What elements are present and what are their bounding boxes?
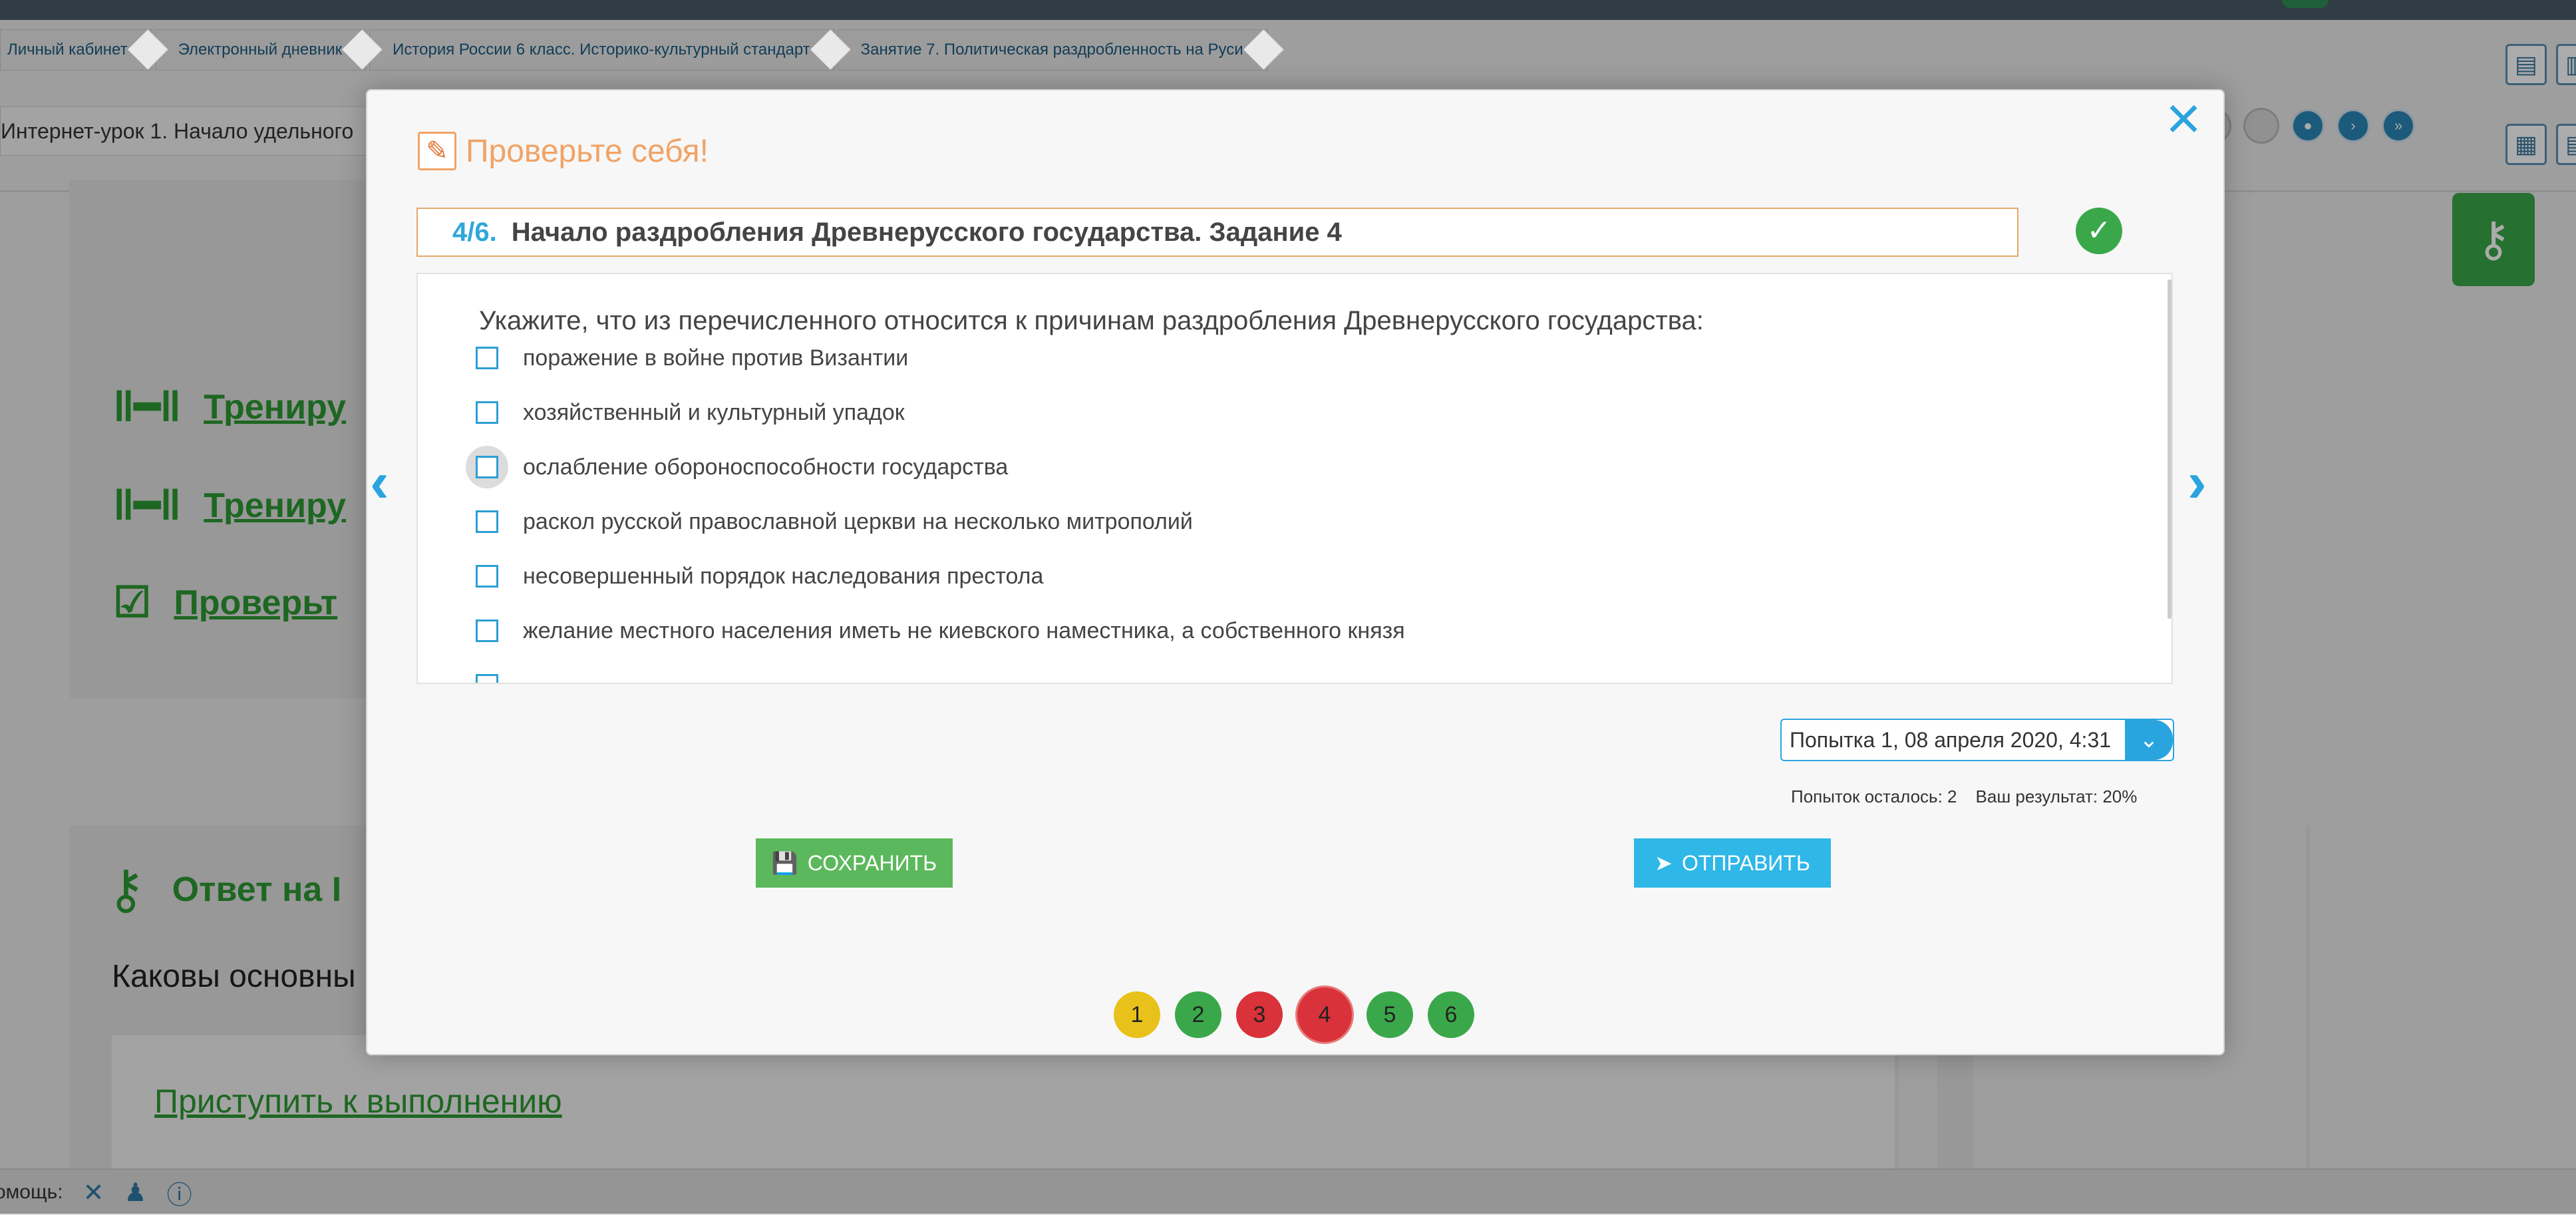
save-button[interactable]: 💾 СОХРАНИТЬ — [756, 838, 953, 888]
prev-arrow-icon[interactable]: ‹ — [370, 450, 389, 516]
next-arrow-icon[interactable]: › — [2187, 450, 2207, 516]
answer-option[interactable]: раскол русской православной церкви на не… — [466, 500, 1193, 543]
attempt-stats: Попыток осталось: 2 Ваш результат: 20% — [1791, 786, 2156, 807]
checkbox-wrapper — [466, 664, 508, 683]
checkbox[interactable] — [476, 401, 498, 424]
send-button[interactable]: ➤ ОТПРАВИТЬ — [1634, 838, 1831, 888]
attempt-value: Попытка 1, 08 апреля 2020, 4:31 — [1790, 727, 2112, 752]
answer-option[interactable]: несовершенный порядок наследования прест… — [466, 555, 1043, 598]
question-text: Укажите, что из перечисленного относится… — [479, 306, 1704, 335]
scrollbar[interactable] — [2168, 279, 2172, 619]
task-page-2[interactable]: 2 — [1175, 991, 1221, 1038]
option-label: поражение в войне против Византии — [523, 345, 909, 371]
modal-title-text: Проверьте себя! — [466, 133, 709, 169]
save-icon: 💾 — [771, 851, 798, 875]
checkbox-wrapper — [466, 391, 508, 434]
checkbox-wrapper — [466, 609, 508, 652]
checkbox-wrapper — [466, 500, 508, 543]
answer-option[interactable]: ослабление обороноспособности государств… — [466, 446, 1008, 488]
task-page-5[interactable]: 5 — [1367, 991, 1413, 1038]
task-pager: 123456 — [1114, 987, 1474, 1042]
task-title: Начало раздробления Древнерусского госуд… — [511, 217, 1342, 247]
checkbox-wrapper — [466, 555, 508, 598]
result: Ваш результат: 20% — [1975, 786, 2138, 806]
option-label: несовершенный порядок наследования прест… — [523, 563, 1044, 589]
checkbox[interactable] — [476, 347, 498, 369]
answer-option[interactable]: хозяйственный и культурный упадок — [466, 391, 905, 434]
chevron-down-icon[interactable]: ⌄ — [2125, 720, 2173, 760]
option-label: желание местного населения иметь не киев… — [523, 617, 1405, 643]
send-icon: ➤ — [1655, 851, 1673, 875]
question-content: Укажите, что из перечисленного относится… — [416, 273, 2173, 684]
answer-option-partial[interactable] — [466, 664, 508, 683]
checkbox[interactable] — [476, 456, 498, 478]
task-page-3[interactable]: 3 — [1236, 991, 1283, 1038]
task-page-6[interactable]: 6 — [1428, 991, 1474, 1038]
checkbox-wrapper — [466, 337, 508, 379]
checkbox[interactable] — [476, 510, 498, 533]
task-page-4[interactable]: 4 — [1297, 987, 1352, 1042]
save-label: СОХРАНИТЬ — [807, 850, 937, 875]
checkbox-wrapper — [466, 446, 508, 488]
task-page-1[interactable]: 1 — [1114, 991, 1160, 1038]
modal-title: ✎ Проверьте себя! — [418, 132, 709, 170]
option-label: ослабление обороноспособности государств… — [523, 454, 1009, 480]
check-yourself-modal: × ✎ Проверьте себя! 4/6. Начало раздробл… — [366, 88, 2225, 1055]
check-icon: ✓ — [2076, 208, 2122, 254]
attempt-select[interactable]: Попытка 1, 08 апреля 2020, 4:31 ⌄ — [1780, 719, 2174, 761]
send-label: ОТПРАВИТЬ — [1681, 850, 1810, 875]
answer-option[interactable]: желание местного населения иметь не киев… — [466, 609, 1405, 652]
option-label: хозяйственный и культурный упадок — [523, 399, 905, 425]
answer-option[interactable]: поражение в войне против Византии — [466, 337, 908, 379]
task-header: 4/6. Начало раздробления Древнерусского … — [416, 208, 2018, 257]
task-number: 4/6. — [452, 217, 497, 247]
option-label: раскол русской православной церкви на не… — [523, 508, 1193, 534]
checkbox[interactable] — [476, 565, 498, 588]
checkbox[interactable] — [476, 619, 498, 642]
pencil-icon: ✎ — [418, 132, 456, 170]
checkbox[interactable] — [476, 674, 498, 683]
close-icon[interactable]: × — [2158, 88, 2209, 149]
attempts-left: Попыток осталось: 2 — [1791, 786, 1957, 806]
